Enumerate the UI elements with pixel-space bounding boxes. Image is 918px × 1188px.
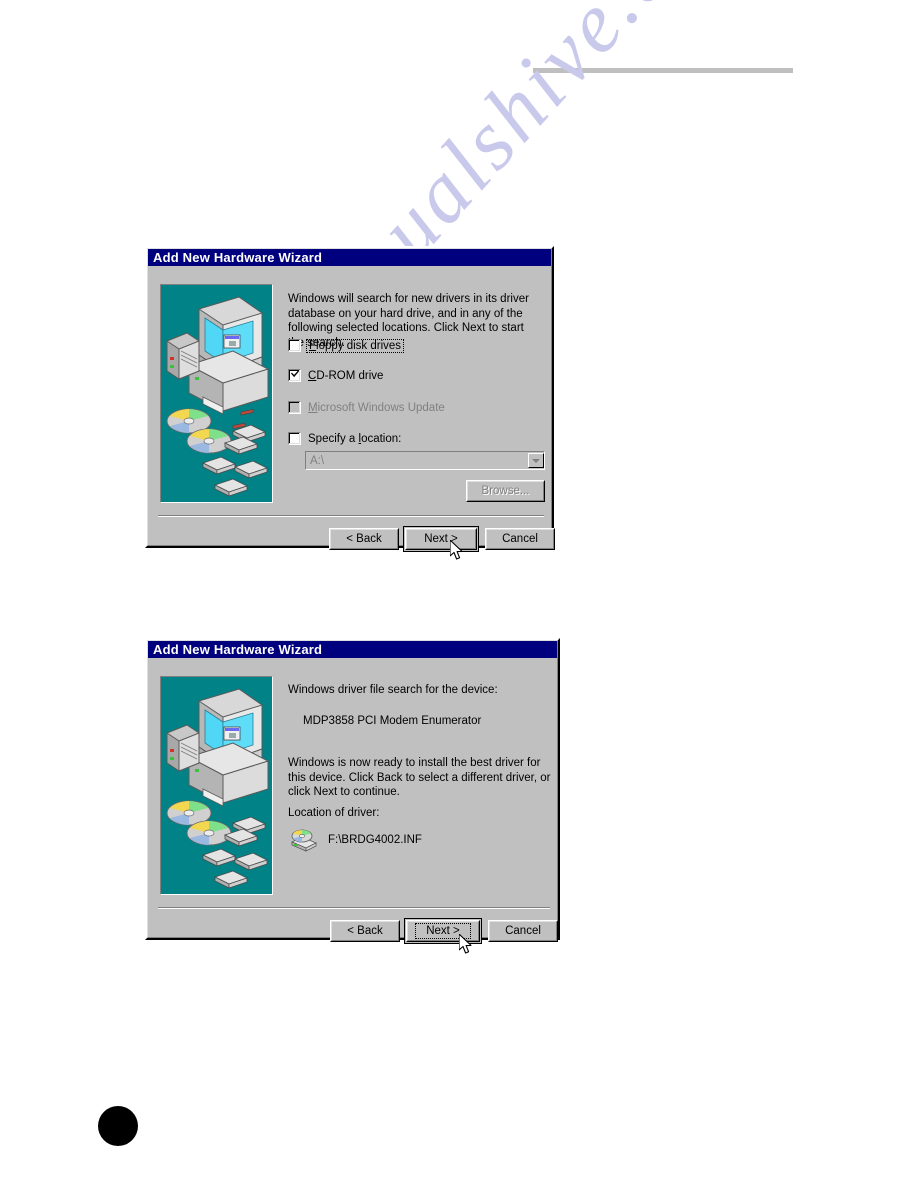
checkbox-windows-update-box bbox=[288, 401, 301, 414]
cancel-button-1-inner: Cancel bbox=[486, 529, 554, 549]
driver-search-heading: Windows driver file search for the devic… bbox=[288, 684, 498, 696]
next-button-1-inner2: Next > bbox=[406, 529, 476, 549]
checkbox-floppy-label: Floppy disk drives bbox=[306, 338, 405, 353]
device-name-text: MDP3858 PCI Modem Enumerator bbox=[303, 715, 482, 727]
chevron-down-icon[interactable] bbox=[528, 453, 544, 468]
back-button-2-inner: < Back bbox=[331, 921, 399, 941]
dialog-2-separator bbox=[158, 907, 550, 909]
checkbox-windows-update-label: Microsoft Windows Update bbox=[308, 401, 445, 414]
dialog-2-title-text: Add New Hardware Wizard bbox=[153, 642, 323, 657]
page-number-marker bbox=[98, 1106, 138, 1146]
wizard-illustration-panel-2 bbox=[160, 676, 273, 895]
location-combobox-value: A:\ bbox=[310, 454, 325, 467]
next-button-2-label: Next > bbox=[415, 923, 471, 939]
back-button-2-label: < Back bbox=[347, 925, 383, 937]
checkmark-icon bbox=[291, 370, 299, 378]
back-button-1[interactable]: < Back bbox=[329, 528, 399, 550]
back-button-1-label: < Back bbox=[346, 533, 382, 545]
next-button-1-label: Next > bbox=[424, 533, 458, 545]
browse-button-inner: Browse... bbox=[467, 481, 544, 501]
driver-ready-paragraph: Windows is now ready to install the best… bbox=[288, 757, 551, 798]
location-of-driver-label: Location of driver: bbox=[288, 807, 380, 819]
next-button-2-inner2: Next > bbox=[407, 921, 479, 941]
computer-cds-chips-icon-2 bbox=[166, 688, 270, 889]
next-button-2-inner: Next > bbox=[406, 920, 480, 942]
dialog-2-titlebar: Add New Hardware Wizard bbox=[148, 641, 557, 658]
dialog-1-titlebar: Add New Hardware Wizard bbox=[148, 249, 551, 266]
checkbox-cdrom-label: CD-ROM drive bbox=[308, 369, 384, 382]
next-button-1[interactable]: Next > bbox=[403, 526, 479, 552]
dialog-1-separator bbox=[158, 515, 544, 517]
checkbox-microsoft-windows-update: Microsoft Windows Update bbox=[288, 401, 445, 414]
checkbox-specify-location-box[interactable] bbox=[288, 432, 301, 445]
checkbox-floppy-disk-drives[interactable]: Floppy disk drives bbox=[288, 338, 405, 353]
browse-button-label: Browse... bbox=[481, 485, 530, 497]
checkbox-specify-a-location[interactable]: Specify a location: bbox=[288, 432, 401, 445]
wizard-illustration-panel-1 bbox=[160, 284, 273, 503]
browse-button: Browse... bbox=[466, 480, 545, 502]
next-button-1-inner: Next > bbox=[405, 528, 477, 550]
checkbox-cdrom-box[interactable] bbox=[288, 369, 301, 382]
dialog-1-inner-frame: Add New Hardware Wizard Windows will sea… bbox=[147, 248, 555, 560]
driver-location-row: F:\BRDG4002.INF bbox=[290, 828, 422, 852]
computer-cds-chips-icon bbox=[166, 296, 270, 497]
checkbox-cd-rom-drive[interactable]: CD-ROM drive bbox=[288, 369, 383, 382]
cdrom-drive-icon bbox=[291, 829, 317, 852]
driver-path-text: F:\BRDG4002.INF bbox=[328, 834, 422, 846]
add-new-hardware-wizard-dialog-2[interactable]: Add New Hardware Wizard Windows driver f… bbox=[145, 638, 560, 954]
cancel-button-1-label: Cancel bbox=[502, 533, 538, 545]
add-new-hardware-wizard-dialog-1[interactable]: Add New Hardware Wizard Windows will sea… bbox=[145, 246, 555, 560]
checkbox-specify-location-label: Specify a location: bbox=[308, 432, 402, 445]
cancel-button-2[interactable]: Cancel bbox=[488, 920, 558, 942]
dialog-1-title-text: Add New Hardware Wizard bbox=[153, 250, 323, 265]
checkbox-floppy-box[interactable] bbox=[288, 339, 301, 352]
page-header-rule bbox=[533, 68, 793, 73]
dialog-2-inner-frame: Add New Hardware Wizard Windows driver f… bbox=[147, 640, 558, 954]
cancel-button-2-label: Cancel bbox=[505, 925, 541, 937]
cancel-button-2-inner: Cancel bbox=[489, 921, 557, 941]
location-combobox[interactable]: A:\ bbox=[305, 451, 545, 470]
back-button-1-inner: < Back bbox=[330, 529, 398, 549]
next-button-2[interactable]: Next > bbox=[404, 918, 482, 944]
cancel-button-1[interactable]: Cancel bbox=[485, 528, 555, 550]
back-button-2[interactable]: < Back bbox=[330, 920, 400, 942]
